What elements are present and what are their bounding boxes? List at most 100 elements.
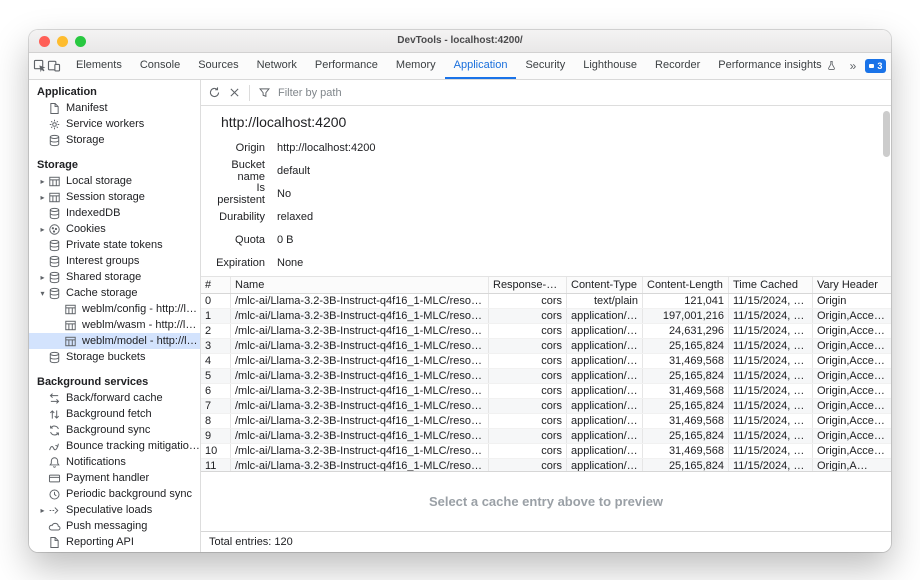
cloud-icon bbox=[48, 520, 61, 533]
sidebar-item-bounce-tracking-mitigations[interactable]: Bounce tracking mitigations bbox=[29, 438, 200, 454]
table-row[interactable]: 8/mlc-ai/Llama-3.2-3B-Instruct-q4f16_1-M… bbox=[201, 414, 891, 429]
table-header-row: #NameResponse-TypeContent-TypeContent-Le… bbox=[201, 277, 891, 294]
sidebar-item-label: Cache storage bbox=[66, 287, 138, 299]
column-header-[interactable]: # bbox=[201, 277, 231, 293]
table-cell: /mlc-ai/Llama-3.2-3B-Instruct-q4f16_1-ML… bbox=[231, 429, 489, 443]
table-row[interactable]: 3/mlc-ai/Llama-3.2-3B-Instruct-q4f16_1-M… bbox=[201, 339, 891, 354]
table-cell: cors bbox=[489, 459, 567, 471]
delete-selected-button[interactable] bbox=[228, 86, 241, 99]
column-header-time-cached[interactable]: Time Cached bbox=[729, 277, 813, 293]
sidebar-item-push-messaging[interactable]: Push messaging bbox=[29, 518, 200, 534]
chevron-right-icon[interactable]: ▸ bbox=[37, 506, 48, 515]
chevron-right-icon[interactable]: ▸ bbox=[37, 177, 48, 186]
refresh-icon bbox=[208, 86, 221, 99]
sidebar-item-service-workers[interactable]: Service workers bbox=[29, 116, 200, 132]
window-title: DevTools - localhost:4200/ bbox=[29, 30, 891, 52]
sidebar-item-manifest[interactable]: Manifest bbox=[29, 100, 200, 116]
tab-security[interactable]: Security bbox=[516, 53, 574, 79]
chevron-right-icon[interactable]: ▸ bbox=[37, 193, 48, 202]
table-cell: Origin,Access… bbox=[813, 324, 891, 338]
tab-performance[interactable]: Performance bbox=[306, 53, 387, 79]
table-row[interactable]: 0/mlc-ai/Llama-3.2-3B-Instruct-q4f16_1-M… bbox=[201, 294, 891, 309]
metadata-value: default bbox=[277, 165, 310, 177]
tab-performance-insights[interactable]: Performance insights bbox=[709, 53, 845, 79]
table-cell: /mlc-ai/Llama-3.2-3B-Instruct-q4f16_1-ML… bbox=[231, 369, 489, 383]
sidebar-item-weblm-config-http-loc[interactable]: weblm/config - http://loc… bbox=[29, 301, 200, 317]
tab-console[interactable]: Console bbox=[131, 53, 189, 79]
tab-label: Application bbox=[454, 59, 508, 71]
sidebar-item-reporting-api[interactable]: Reporting API bbox=[29, 534, 200, 550]
column-header-response-type[interactable]: Response-Type bbox=[489, 277, 567, 293]
table-cell: 197,001,216 bbox=[643, 309, 729, 323]
table-cell: 31,469,568 bbox=[643, 354, 729, 368]
chevron-right-icon[interactable]: ▸ bbox=[37, 273, 48, 282]
table-cell: cors bbox=[489, 354, 567, 368]
tab-recorder[interactable]: Recorder bbox=[646, 53, 709, 79]
table-row[interactable]: 7/mlc-ai/Llama-3.2-3B-Instruct-q4f16_1-M… bbox=[201, 399, 891, 414]
sidebar-item-local-storage[interactable]: ▸Local storage bbox=[29, 173, 200, 189]
sidebar-item-weblm-wasm-http-loca[interactable]: weblm/wasm - http://loca… bbox=[29, 317, 200, 333]
sidebar-item-interest-groups[interactable]: Interest groups bbox=[29, 253, 200, 269]
issues-counter-button[interactable]: 3 bbox=[865, 59, 886, 73]
sidebar-item-storage-buckets[interactable]: Storage buckets bbox=[29, 349, 200, 365]
filter-input[interactable]: Filter by path bbox=[278, 87, 342, 99]
sidebar-item-back-forward-cache[interactable]: Back/forward cache bbox=[29, 390, 200, 406]
chevron-right-icon[interactable]: ▸ bbox=[37, 225, 48, 234]
metadata-row-quota: Quota0 B bbox=[209, 228, 891, 251]
tab-application[interactable]: Application bbox=[445, 53, 517, 79]
more-tabs-button[interactable]: » bbox=[850, 60, 857, 72]
application-sidebar: ApplicationManifestService workersStorag… bbox=[29, 80, 201, 552]
tab-network[interactable]: Network bbox=[248, 53, 306, 79]
sidebar-item-session-storage[interactable]: ▸Session storage bbox=[29, 189, 200, 205]
inspect-element-button[interactable] bbox=[33, 53, 47, 79]
sidebar-item-notifications[interactable]: Notifications bbox=[29, 454, 200, 470]
minimize-button[interactable] bbox=[57, 36, 68, 47]
table-cell: 8 bbox=[201, 414, 231, 428]
sidebar-item-background-sync[interactable]: Background sync bbox=[29, 422, 200, 438]
sidebar-item-background-fetch[interactable]: Background fetch bbox=[29, 406, 200, 422]
vertical-scrollbar[interactable] bbox=[883, 111, 890, 157]
table-cell: 11/15/2024, 10… bbox=[729, 459, 813, 471]
tab-lighthouse[interactable]: Lighthouse bbox=[574, 53, 646, 79]
table-row[interactable]: 10/mlc-ai/Llama-3.2-3B-Instruct-q4f16_1-… bbox=[201, 444, 891, 459]
sidebar-item-weblm-model-http-loc[interactable]: weblm/model - http://loc… bbox=[29, 333, 200, 349]
cache-entries-table: #NameResponse-TypeContent-TypeContent-Le… bbox=[201, 276, 891, 471]
refresh-button[interactable] bbox=[208, 86, 221, 99]
table-cell: Origin,Access… bbox=[813, 369, 891, 383]
table-row[interactable]: 11/mlc-ai/Llama-3.2-3B-Instruct-q4f16_1-… bbox=[201, 459, 891, 471]
sidebar-item-payment-handler[interactable]: Payment handler bbox=[29, 470, 200, 486]
sidebar-item-cache-storage[interactable]: ▾ Cache storage bbox=[29, 285, 200, 301]
status-bar: Total entries: 120 bbox=[201, 531, 891, 552]
tab-sources[interactable]: Sources bbox=[189, 53, 247, 79]
cache-metadata: Originhttp://localhost:4200Bucket namede… bbox=[201, 136, 891, 274]
sidebar-item-indexeddb[interactable]: IndexedDB bbox=[29, 205, 200, 221]
sidebar-item-cookies[interactable]: ▸Cookies bbox=[29, 221, 200, 237]
table-row[interactable]: 5/mlc-ai/Llama-3.2-3B-Instruct-q4f16_1-M… bbox=[201, 369, 891, 384]
table-row[interactable]: 6/mlc-ai/Llama-3.2-3B-Instruct-q4f16_1-M… bbox=[201, 384, 891, 399]
sidebar-item-speculative-loads[interactable]: ▸Speculative loads bbox=[29, 502, 200, 518]
zoom-button[interactable] bbox=[75, 36, 86, 47]
table-cell: application/oc… bbox=[567, 384, 643, 398]
table-row[interactable]: 9/mlc-ai/Llama-3.2-3B-Instruct-q4f16_1-M… bbox=[201, 429, 891, 444]
table-row[interactable]: 4/mlc-ai/Llama-3.2-3B-Instruct-q4f16_1-M… bbox=[201, 354, 891, 369]
sidebar-item-storage[interactable]: Storage bbox=[29, 132, 200, 148]
table-row[interactable]: 2/mlc-ai/Llama-3.2-3B-Instruct-q4f16_1-M… bbox=[201, 324, 891, 339]
table-row[interactable]: 1/mlc-ai/Llama-3.2-3B-Instruct-q4f16_1-M… bbox=[201, 309, 891, 324]
tab-label: Elements bbox=[76, 59, 122, 71]
cookie-icon bbox=[48, 223, 61, 236]
column-header-content-length[interactable]: Content-Length bbox=[643, 277, 729, 293]
sidebar-item-private-state-tokens[interactable]: Private state tokens bbox=[29, 237, 200, 253]
tab-label: Lighthouse bbox=[583, 59, 637, 71]
tab-elements[interactable]: Elements bbox=[67, 53, 131, 79]
sidebar-item-label: Background sync bbox=[66, 424, 150, 436]
column-header-name[interactable]: Name bbox=[231, 277, 489, 293]
chevron-down-icon[interactable]: ▾ bbox=[37, 289, 48, 298]
table-icon bbox=[64, 335, 77, 348]
sidebar-item-shared-storage[interactable]: ▸Shared storage bbox=[29, 269, 200, 285]
column-header-content-type[interactable]: Content-Type bbox=[567, 277, 643, 293]
tab-memory[interactable]: Memory bbox=[387, 53, 445, 79]
column-header-vary-header[interactable]: Vary Header bbox=[813, 277, 891, 293]
close-button[interactable] bbox=[39, 36, 50, 47]
device-toolbar-button[interactable] bbox=[47, 53, 61, 79]
sidebar-item-periodic-background-sync[interactable]: Periodic background sync bbox=[29, 486, 200, 502]
